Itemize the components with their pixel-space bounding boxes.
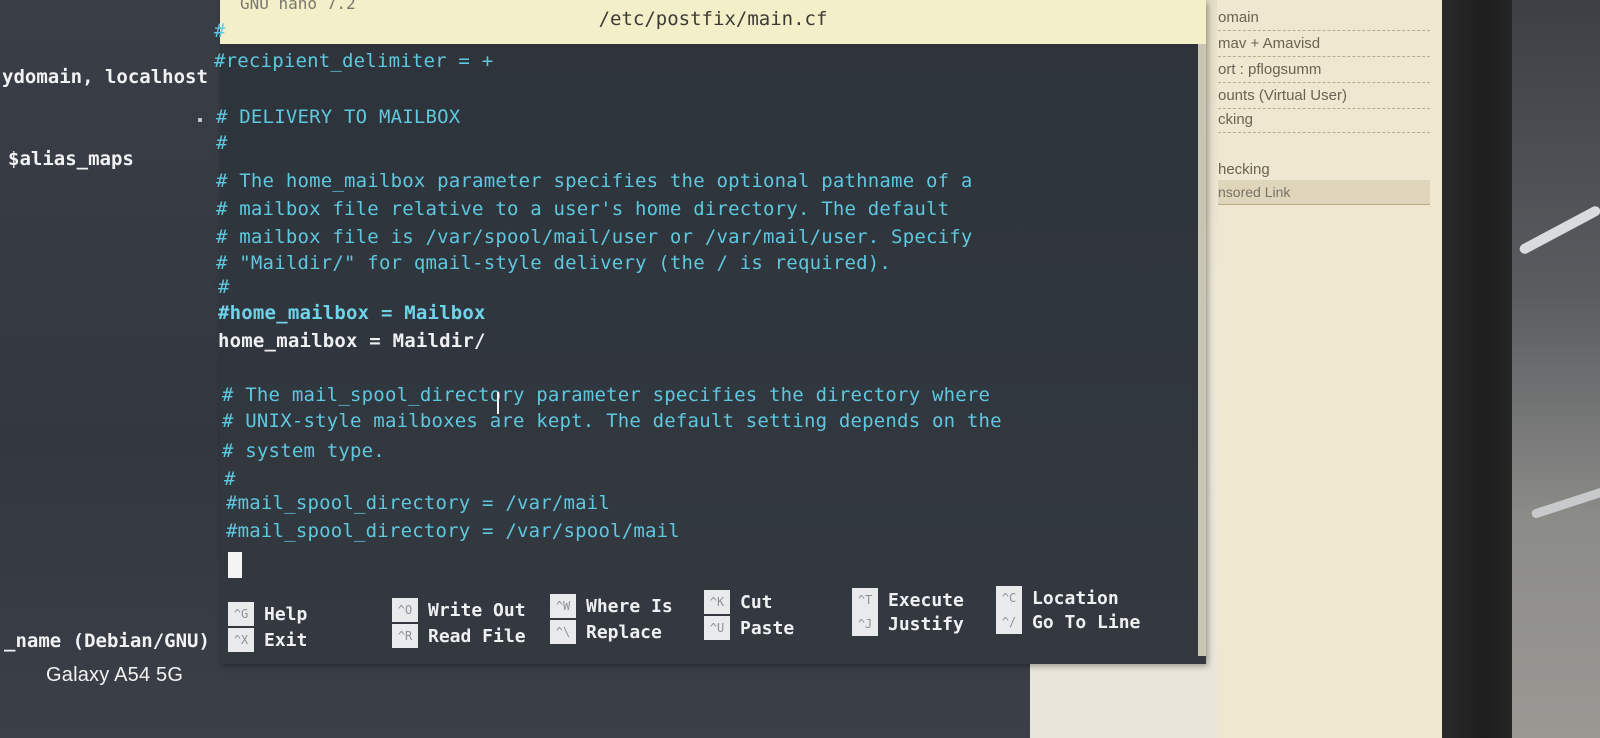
shortcut-write-out[interactable]: ^O Write Out bbox=[392, 598, 526, 622]
editor-line[interactable]: # The home_mailbox parameter specifies t… bbox=[216, 170, 973, 192]
browser-sponsored-label: nsored Link bbox=[1218, 180, 1430, 205]
shortcut-key: ^J bbox=[852, 612, 878, 636]
shortcut-label: Paste bbox=[740, 617, 795, 639]
shortcut-key: ^U bbox=[704, 616, 730, 640]
shortcut-key: ^W bbox=[550, 594, 576, 618]
shortcut-paste[interactable]: ^U Paste bbox=[704, 616, 794, 640]
shortcut-label: Write Out bbox=[428, 599, 526, 621]
editor-line[interactable]: # system type. bbox=[222, 440, 385, 462]
window-scrollbar[interactable] bbox=[1198, 44, 1206, 656]
shortcut-cut[interactable]: ^K Cut bbox=[704, 590, 773, 614]
file-name: /etc/postfix/main.cf bbox=[598, 8, 828, 30]
editor-line-active-setting[interactable]: home_mailbox = Maildir/ bbox=[218, 330, 486, 352]
shortcut-label: Read File bbox=[428, 625, 526, 647]
shortcut-key: ^\ bbox=[550, 620, 576, 644]
shortcut-key: ^R bbox=[392, 624, 418, 648]
editor-line[interactable]: # bbox=[224, 468, 236, 490]
shortcut-go-to-line[interactable]: ^/ Go To Line bbox=[996, 610, 1140, 634]
shortcut-label: Help bbox=[264, 603, 308, 625]
editor-line[interactable]: # UNIX-style mailboxes are kept. The def… bbox=[222, 410, 1002, 432]
browser-sidebar-link[interactable]: mav + Amavisd bbox=[1218, 32, 1430, 57]
shortcut-execute[interactable]: ^T Execute bbox=[852, 588, 964, 612]
phone-watermark: Galaxy A54 5G bbox=[46, 664, 184, 686]
editor-line[interactable]: # bbox=[214, 20, 226, 42]
background-terminal-line: ydomain, localhost bbox=[2, 66, 208, 88]
editor-line[interactable]: # bbox=[218, 276, 230, 298]
shortcut-key: ^T bbox=[852, 588, 878, 612]
editor-line[interactable]: # mailbox file is /var/spool/mail/user o… bbox=[216, 226, 973, 248]
browser-sidebar-link[interactable]: ort : pflogsumm bbox=[1218, 58, 1430, 83]
shortcut-exit[interactable]: ^X Exit bbox=[228, 628, 307, 652]
editor-line[interactable]: #recipient_delimiter = + bbox=[214, 50, 493, 72]
editor-line[interactable]: # The mail_spool_directory parameter spe… bbox=[222, 384, 990, 406]
editor-line[interactable]: # DELIVERY TO MAILBOX bbox=[216, 106, 460, 128]
shortcut-label: Replace bbox=[586, 621, 662, 643]
desk-background bbox=[1512, 0, 1600, 738]
shortcut-key: ^/ bbox=[996, 610, 1022, 634]
browser-sidebar-link[interactable]: omain bbox=[1218, 6, 1430, 31]
editor-line[interactable]: # bbox=[216, 132, 228, 154]
editor-line[interactable]: # mailbox file relative to a user's home… bbox=[216, 198, 949, 220]
shortcut-key: ^K bbox=[704, 590, 730, 614]
nano-shortcut-bar: ^G Help ^X Exit ^O Write Out ^R Read File ^W… bbox=[220, 586, 1196, 664]
shortcut-read-file[interactable]: ^R Read File bbox=[392, 624, 526, 648]
browser-sidebar-link[interactable]: ounts (Virtual User) bbox=[1218, 84, 1430, 109]
shortcut-label: Justify bbox=[888, 613, 964, 635]
shortcut-where-is[interactable]: ^W Where Is bbox=[550, 594, 673, 618]
editor-line[interactable]: #mail_spool_directory = /var/spool/mail bbox=[226, 520, 680, 542]
editor-line[interactable]: # "Maildir/" for qmail-style delivery (t… bbox=[216, 252, 891, 274]
shortcut-key: ^C bbox=[996, 586, 1022, 610]
shortcut-label: Execute bbox=[888, 589, 964, 611]
shortcut-key: ^X bbox=[228, 628, 254, 652]
shortcut-justify[interactable]: ^J Justify bbox=[852, 612, 964, 636]
shortcut-help[interactable]: ^G Help bbox=[228, 602, 307, 626]
browser-sidebar-link[interactable]: cking bbox=[1218, 108, 1430, 133]
monitor-bezel bbox=[1442, 0, 1512, 738]
shortcut-label: Where Is bbox=[586, 595, 673, 617]
nano-titlebar: GNU nano 7.2 /etc/postfix/main.cf bbox=[220, 0, 1206, 44]
text-editor-area[interactable]: # #recipient_delimiter = + # DELIVERY TO… bbox=[214, 20, 1196, 604]
shortcut-key: ^G bbox=[228, 602, 254, 626]
shortcut-label: Exit bbox=[264, 629, 308, 651]
editor-line[interactable]: #home_mailbox = Mailbox bbox=[218, 302, 486, 324]
shortcut-key: ^O bbox=[392, 598, 418, 622]
mouse-ibeam-cursor bbox=[497, 392, 507, 414]
background-terminal-line: _name (Debian/GNU) bbox=[4, 630, 210, 652]
background-terminal-line: $alias_maps bbox=[8, 148, 134, 170]
nano-editor-window[interactable]: GNU nano 7.2 /etc/postfix/main.cf # #rec… bbox=[214, 0, 1206, 664]
shortcut-label: Location bbox=[1032, 587, 1119, 609]
shortcut-replace[interactable]: ^\ Replace bbox=[550, 620, 662, 644]
background-terminal-dot bbox=[198, 118, 202, 122]
editor-line[interactable]: #mail_spool_directory = /var/mail bbox=[226, 492, 610, 514]
shortcut-label: Cut bbox=[740, 591, 773, 613]
shortcut-location[interactable]: ^C Location bbox=[996, 586, 1119, 610]
text-cursor bbox=[228, 552, 242, 578]
shortcut-label: Go To Line bbox=[1032, 611, 1141, 633]
